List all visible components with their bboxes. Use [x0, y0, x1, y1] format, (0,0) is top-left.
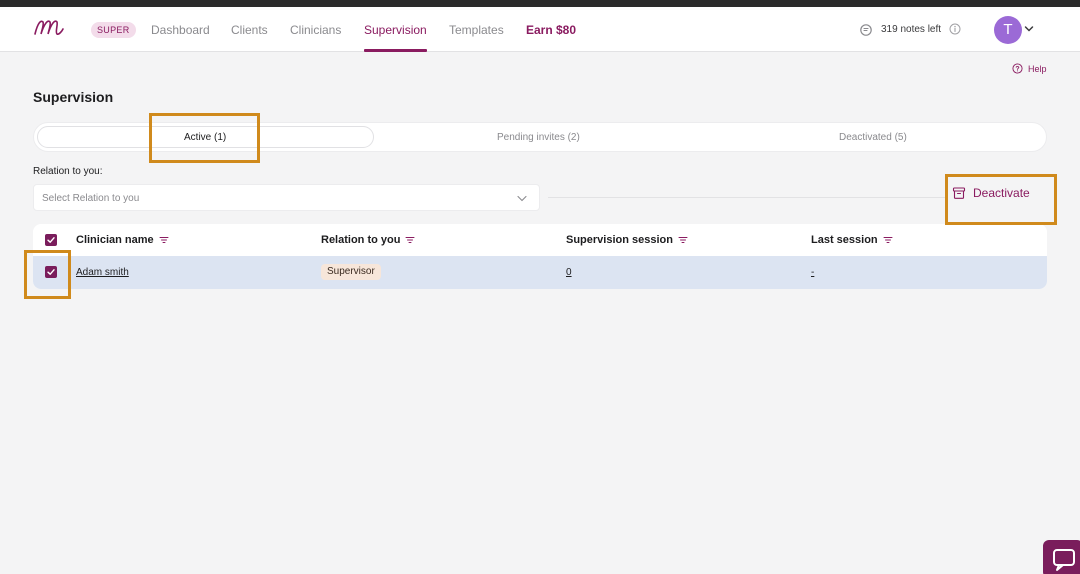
column-label: Relation to you: [321, 234, 401, 246]
select-all-checkbox[interactable]: [45, 234, 57, 246]
notes-icon: [860, 24, 872, 36]
filter-icon[interactable]: [405, 236, 415, 244]
table-header: Clinician name Relation to you Supervisi…: [33, 224, 1047, 256]
deactivate-label: Deactivate: [973, 186, 1030, 200]
logo-icon[interactable]: [32, 14, 66, 40]
nav-templates[interactable]: Templates: [449, 23, 504, 37]
nav-earn-referral[interactable]: Earn $80: [526, 23, 576, 37]
user-avatar[interactable]: T: [994, 16, 1022, 44]
tab-active[interactable]: Active (1): [184, 132, 226, 143]
nav-clinicians[interactable]: Clinicians: [290, 23, 341, 37]
help-icon: [1012, 63, 1023, 74]
filter-icon[interactable]: [678, 236, 688, 244]
column-header-clinician-name[interactable]: Clinician name: [76, 234, 169, 246]
browser-top-strip: [0, 0, 1080, 7]
supervision-table: Clinician name Relation to you Supervisi…: [33, 224, 1047, 289]
archive-icon: [952, 187, 966, 199]
tab-pending-invites[interactable]: Pending invites (2): [497, 132, 580, 143]
filter-icon[interactable]: [883, 236, 893, 244]
chevron-down-icon[interactable]: [1024, 25, 1034, 33]
table-row[interactable]: Adam smith Supervisor 0 -: [33, 256, 1047, 289]
column-label: Supervision session: [566, 234, 673, 246]
filter-icon[interactable]: [159, 236, 169, 244]
top-navigation: SUPER Dashboard Clients Clinicians Super…: [0, 7, 1080, 52]
active-nav-indicator: [364, 49, 427, 52]
column-label: Clinician name: [76, 234, 154, 246]
divider: [548, 197, 946, 198]
chat-icon: [1053, 549, 1075, 571]
column-header-supervision-session[interactable]: Supervision session: [566, 234, 688, 246]
tab-deactivated[interactable]: Deactivated (5): [839, 132, 907, 143]
super-badge: SUPER: [91, 22, 136, 38]
nav-supervision[interactable]: Supervision: [364, 23, 427, 37]
supervision-session-count[interactable]: 0: [566, 267, 572, 278]
check-icon: [47, 269, 55, 275]
column-header-relation[interactable]: Relation to you: [321, 234, 415, 246]
notes-left-counter: 319 notes left: [881, 24, 942, 35]
column-label: Last session: [811, 234, 878, 246]
deactivate-button[interactable]: Deactivate: [952, 186, 1030, 200]
relation-select-placeholder: Select Relation to you: [42, 193, 140, 204]
help-label: Help: [1028, 63, 1047, 74]
row-checkbox[interactable]: [45, 266, 57, 278]
last-session-value[interactable]: -: [811, 267, 814, 278]
clinician-name-link[interactable]: Adam smith: [76, 267, 129, 278]
check-icon: [47, 237, 55, 243]
relation-filter-label: Relation to you:: [33, 166, 103, 177]
nav-dashboard[interactable]: Dashboard: [151, 23, 210, 37]
chat-widget-button[interactable]: [1043, 540, 1080, 574]
relation-tag: Supervisor: [321, 264, 381, 280]
help-link[interactable]: Help: [1012, 63, 1047, 74]
nav-clients[interactable]: Clients: [231, 23, 268, 37]
page-title: Supervision: [33, 89, 114, 105]
relation-select[interactable]: Select Relation to you: [33, 184, 540, 211]
info-icon[interactable]: [949, 23, 961, 35]
column-header-last-session[interactable]: Last session: [811, 234, 893, 246]
chevron-down-icon: [517, 195, 527, 202]
